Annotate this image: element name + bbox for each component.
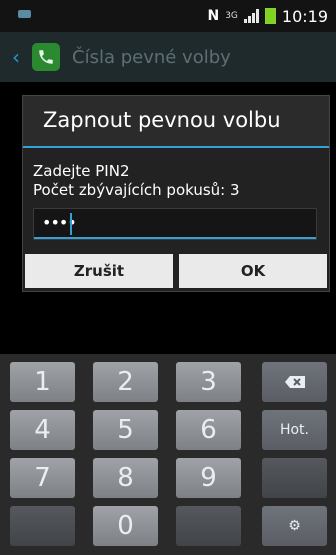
- notification-icon: [18, 10, 31, 18]
- pin2-prompt: Zadejte PIN2: [33, 162, 130, 180]
- clock: 10:19: [281, 6, 328, 26]
- action-bar: ‹ Čísla pevné volby: [0, 32, 336, 82]
- phone-app-icon[interactable]: [32, 43, 60, 71]
- ok-button[interactable]: OK: [179, 254, 327, 288]
- key-0[interactable]: 0: [93, 506, 158, 546]
- network-type-label: 3G: [225, 11, 238, 21]
- hot-key[interactable]: Hot.: [262, 410, 327, 450]
- key-3[interactable]: 3: [176, 362, 241, 402]
- key-8[interactable]: 8: [93, 458, 158, 498]
- backspace-key[interactable]: [262, 362, 327, 402]
- text-cursor: [70, 213, 72, 235]
- key-4[interactable]: 4: [10, 410, 75, 450]
- pin2-input[interactable]: ••••: [33, 208, 317, 240]
- phone-icon: [39, 50, 53, 64]
- blank-key-right[interactable]: [176, 506, 241, 546]
- key-7[interactable]: 7: [10, 458, 75, 498]
- gear-icon: ⚙: [288, 518, 301, 534]
- key-1[interactable]: 1: [10, 362, 75, 402]
- nfc-icon: N: [207, 8, 220, 24]
- pin2-dialog: Zapnout pevnou volbu Zadejte PIN2 Počet …: [22, 95, 330, 292]
- key-2[interactable]: 2: [93, 362, 158, 402]
- status-indicators: N 3G 10:19: [207, 0, 328, 32]
- blank-side-key[interactable]: [262, 458, 327, 498]
- key-6[interactable]: 6: [176, 410, 241, 450]
- status-bar: N 3G 10:19: [0, 0, 336, 32]
- screen-title: Čísla pevné volby: [72, 46, 231, 68]
- numeric-keypad: 1 2 3 4 5 6 Hot. 7 8 9 0 ⚙: [0, 354, 336, 555]
- back-arrow-icon[interactable]: ‹: [12, 45, 28, 69]
- dialog-header: Zapnout pevnou volbu: [23, 96, 329, 148]
- backspace-icon: [284, 376, 305, 388]
- battery-icon: [264, 8, 276, 24]
- key-9[interactable]: 9: [176, 458, 241, 498]
- cancel-button[interactable]: Zrušit: [25, 254, 173, 288]
- remaining-attempts: Počet zbývajících pokusů: 3: [33, 181, 240, 199]
- signal-strength-icon: [243, 9, 259, 23]
- key-5[interactable]: 5: [93, 410, 158, 450]
- input-underline: [34, 237, 316, 239]
- settings-key[interactable]: ⚙: [262, 506, 327, 546]
- dialog-title: Zapnout pevnou volbu: [43, 108, 281, 132]
- blank-key-left[interactable]: [10, 506, 75, 546]
- dialog-message: Zadejte PIN2 Počet zbývajících pokusů: 3: [33, 162, 240, 200]
